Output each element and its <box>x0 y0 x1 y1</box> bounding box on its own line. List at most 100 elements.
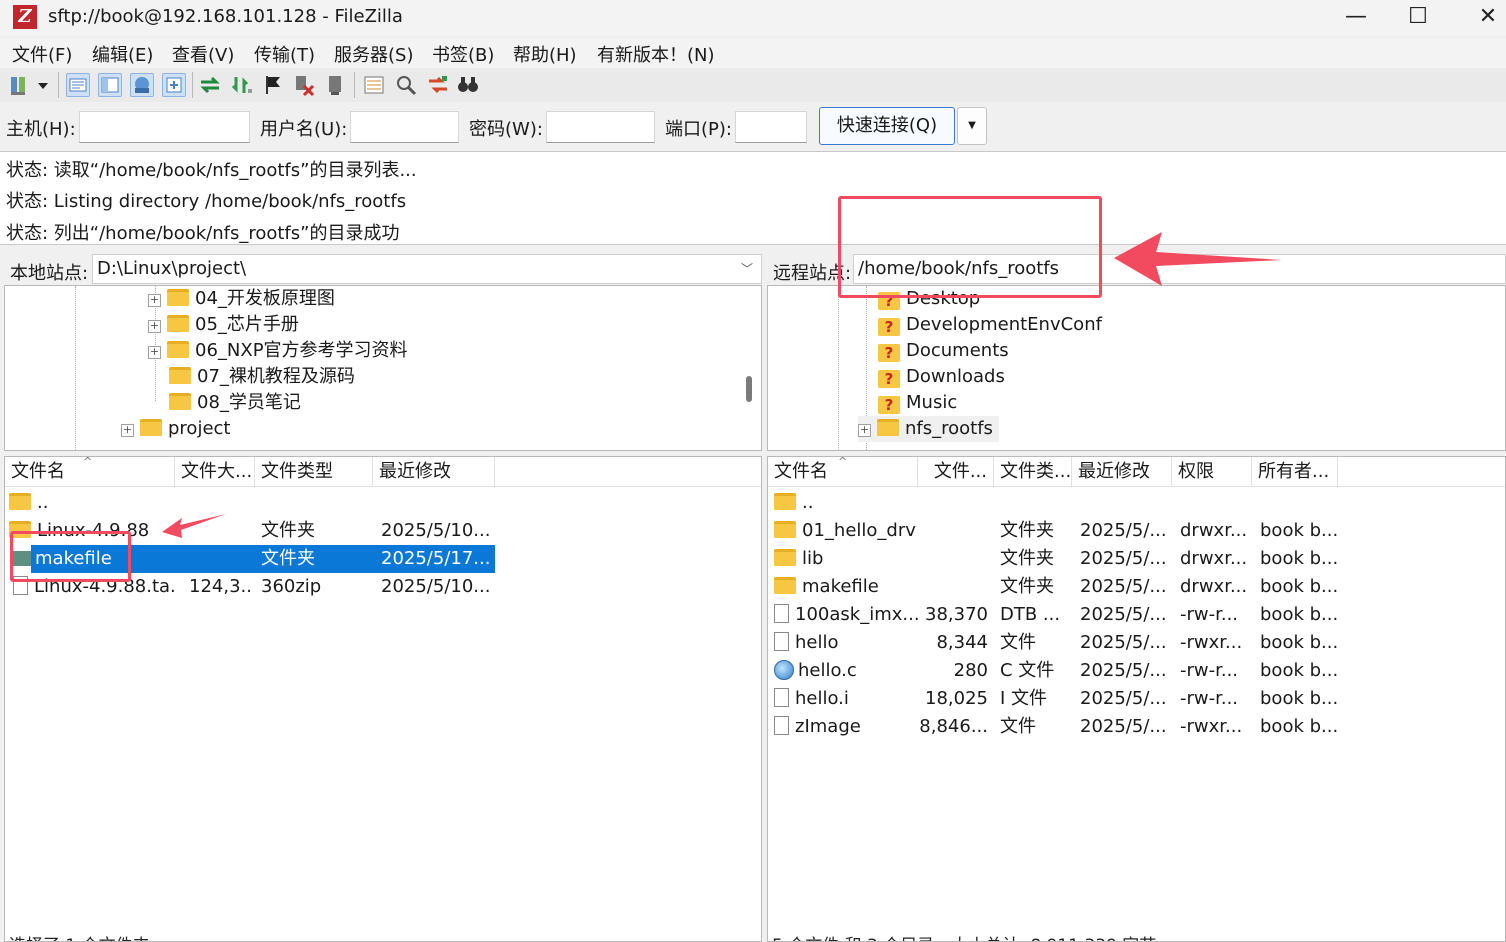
column-header-size[interactable]: 文件... <box>918 457 994 487</box>
log-line: 状态: Listing directory /home/book/nfs_roo… <box>6 191 407 212</box>
remote-list-header: 文件名 ^ 文件... 文件类... 最近修改 权限 所有者... <box>768 456 1505 487</box>
remote-tree[interactable]: ? Desktop ? DevelopmentEnvConf ? Documents … <box>767 285 1506 451</box>
close-button[interactable]: ✕ <box>1458 0 1506 36</box>
site-manager-icon[interactable] <box>8 73 32 97</box>
table-row[interactable]: makefile 文件夹 2025/5/... drwxr... book b... <box>768 573 1338 601</box>
menu-transfer[interactable]: 传输(T) <box>254 41 315 67</box>
menu-edit[interactable]: 编辑(E) <box>92 41 153 67</box>
search-remote-files-icon[interactable] <box>456 73 480 97</box>
expand-icon[interactable]: + <box>148 320 161 333</box>
directory-listing-filter-icon[interactable] <box>362 73 386 97</box>
column-header-owner[interactable]: 所有者... <box>1252 457 1338 487</box>
title-bar: Z sftp://book@192.168.101.128 - FileZill… <box>0 0 1506 36</box>
menu-server[interactable]: 服务器(S) <box>334 41 413 67</box>
annotation-arrow-icon <box>162 514 226 538</box>
sort-ascending-icon: ^ <box>83 456 93 468</box>
username-input[interactable] <box>350 111 459 143</box>
sort-ascending-icon: ^ <box>838 456 848 468</box>
annotation-highlight-box <box>838 196 1102 298</box>
expand-icon[interactable]: + <box>858 424 871 437</box>
table-row[interactable]: hello.c 280 C 文件 2025/5/... -rw-r... book b..… <box>768 657 1338 685</box>
toggle-local-tree-icon[interactable] <box>98 73 122 97</box>
tree-item-selected[interactable]: + nfs_rootfs <box>858 416 999 442</box>
table-row[interactable]: .. <box>5 489 495 517</box>
tree-item[interactable]: ? Documents <box>878 338 1009 364</box>
tree-item[interactable]: ? Music <box>878 390 957 416</box>
expand-icon[interactable]: + <box>121 424 134 437</box>
minimize-button[interactable]: — <box>1326 0 1386 36</box>
tree-item[interactable]: 08_学员笔记 <box>169 390 301 416</box>
site-manager-dropdown-icon[interactable] <box>34 73 52 97</box>
column-header-permissions[interactable]: 权限 <box>1172 457 1252 487</box>
cancel-operation-icon[interactable] <box>262 73 286 97</box>
folder-icon <box>774 521 796 538</box>
tree-scrollbar-thumb[interactable] <box>746 376 752 402</box>
remote-file-list[interactable]: 文件名 ^ 文件... 文件类... 最近修改 权限 所有者... .. 01_h… <box>767 456 1506 942</box>
column-header-type[interactable]: 文件类型 <box>255 457 373 487</box>
local-list-header: 文件名 ^ 文件大... 文件类型 最近修改 <box>5 456 761 487</box>
unknown-folder-icon: ? <box>878 370 900 388</box>
refresh-icon[interactable] <box>198 73 222 97</box>
folder-icon <box>169 393 191 410</box>
port-label: 端口(P): <box>665 119 732 140</box>
tree-item[interactable]: +06_NXP官方参考学习资料 <box>148 338 408 364</box>
reconnect-icon[interactable] <box>324 73 348 97</box>
menu-new-version[interactable]: 有新版本！(N) <box>597 41 715 67</box>
menu-bookmarks[interactable]: 书签(B) <box>432 41 494 67</box>
local-path-text: D:\Linux\project\ <box>97 258 247 279</box>
menu-view[interactable]: 查看(V) <box>172 41 234 67</box>
local-path-input[interactable]: D:\Linux\project\ ﹀ <box>92 254 762 284</box>
directory-comparison-icon[interactable] <box>426 73 450 97</box>
chevron-down-icon[interactable]: ﹀ <box>741 255 753 283</box>
tree-item[interactable]: 07_裸机教程及源码 <box>169 364 355 390</box>
maximize-button[interactable]: ☐ <box>1388 0 1448 36</box>
table-row[interactable]: .. <box>768 489 1338 517</box>
toggle-message-log-icon[interactable] <box>66 73 90 97</box>
column-header-modified[interactable]: 最近修改 <box>1072 457 1172 487</box>
local-tree[interactable]: +04_开发板原理图 +05_芯片手册 +06_NXP官方参考学习资料 07_裸… <box>4 285 762 451</box>
column-header-size[interactable]: 文件大... <box>175 457 255 487</box>
local-site-label: 本地站点: <box>10 263 89 284</box>
expand-icon[interactable]: + <box>148 346 161 359</box>
quickconnect-button[interactable]: 快速连接(Q) <box>819 107 955 145</box>
host-input[interactable] <box>79 111 250 143</box>
table-row[interactable]: zImage 8,846... 文件 2025/5/... -rwxr... book b… <box>768 713 1338 741</box>
disconnect-icon[interactable] <box>292 73 316 97</box>
table-row[interactable]: 100ask_imx... 38,370 DTB ... 2025/5/... -rw-… <box>768 601 1338 629</box>
folder-icon <box>140 419 162 436</box>
folder-icon <box>167 289 189 306</box>
tree-item[interactable]: ? Downloads <box>878 364 1005 390</box>
table-row[interactable]: 01_hello_drv 文件夹 2025/5/... drwxr... book b.… <box>768 517 1338 545</box>
column-header-type[interactable]: 文件类... <box>994 457 1072 487</box>
tree-item[interactable]: + project <box>121 416 230 442</box>
expand-icon[interactable]: + <box>148 294 161 307</box>
menu-file[interactable]: 文件(F) <box>12 41 72 67</box>
quickconnect-bar: 主机(H): 用户名(U): 密码(W): 端口(P): 快速连接(Q) ▼ <box>0 103 1506 151</box>
tree-item[interactable]: +05_芯片手册 <box>148 312 299 338</box>
column-header-modified[interactable]: 最近修改 <box>373 457 495 487</box>
file-icon <box>774 604 789 623</box>
username-label: 用户名(U): <box>260 119 348 140</box>
table-row[interactable]: hello 8,344 文件 2025/5/... -rwxr... book b... <box>768 629 1338 657</box>
folder-icon <box>774 549 796 566</box>
quickconnect-dropdown-button[interactable]: ▼ <box>957 107 987 145</box>
toggle-transfer-queue-icon[interactable] <box>162 73 186 97</box>
local-file-list[interactable]: 文件名 ^ 文件大... 文件类型 最近修改 .. Linux-4.9.88 文… <box>4 456 762 942</box>
file-icon <box>774 688 789 707</box>
table-row[interactable]: hello.i 18,025 I 文件 2025/5/... -rw-r... book … <box>768 685 1338 713</box>
synchronized-browsing-icon[interactable] <box>394 73 418 97</box>
local-status-text: 选择了 1 个文件夹。 <box>9 931 167 941</box>
file-icon <box>774 716 789 735</box>
process-queue-icon[interactable] <box>230 73 254 97</box>
password-input[interactable] <box>546 111 655 143</box>
menu-help[interactable]: 帮助(H) <box>513 41 577 67</box>
tree-item[interactable]: +04_开发板原理图 <box>148 286 335 312</box>
window-title: sftp://book@192.168.101.128 - FileZilla <box>48 6 403 27</box>
port-input[interactable] <box>735 111 807 143</box>
folder-icon <box>167 341 189 358</box>
toggle-remote-tree-icon[interactable] <box>130 73 154 97</box>
file-icon <box>774 632 789 651</box>
tree-item[interactable]: ? DevelopmentEnvConf <box>878 312 1102 338</box>
toolbar <box>0 68 1506 102</box>
table-row[interactable]: lib 文件夹 2025/5/... drwxr... book b... <box>768 545 1338 573</box>
